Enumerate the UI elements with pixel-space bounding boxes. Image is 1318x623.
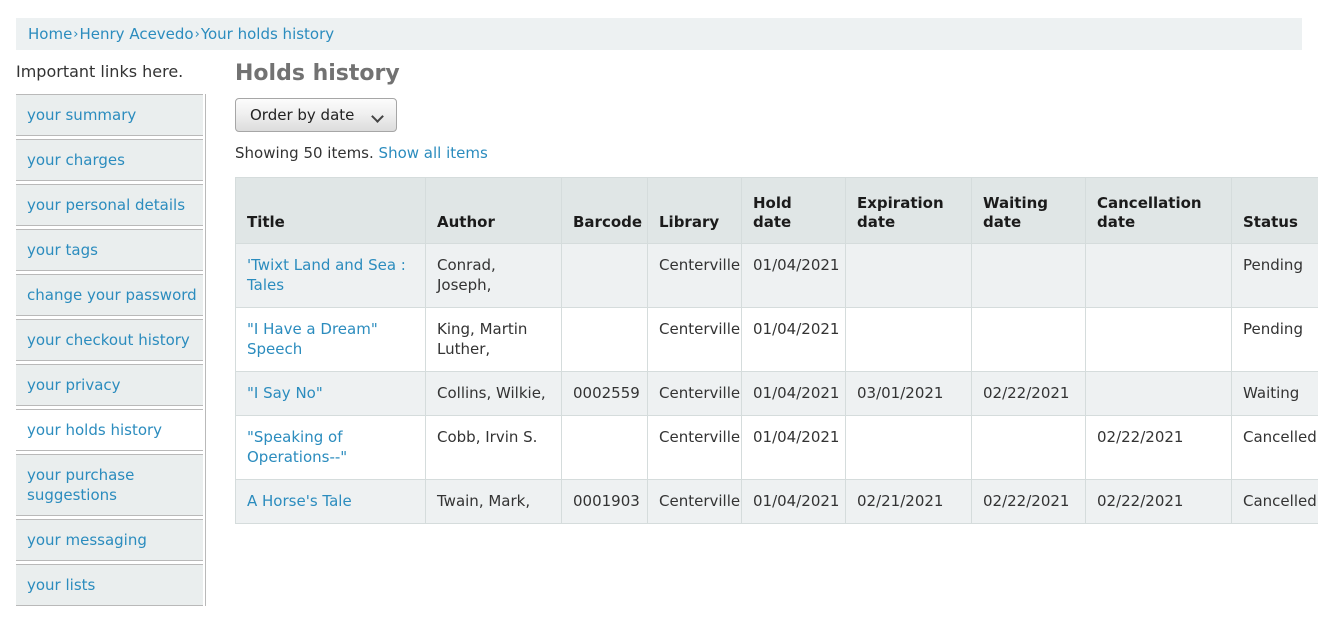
cell-barcode: 0002559	[562, 372, 648, 416]
cell-status: Waiting	[1232, 372, 1318, 416]
cell-author: Twain, Mark,	[426, 480, 562, 524]
column-header-waiting-date: Waiting date	[972, 178, 1086, 244]
cell-status: Cancelled	[1232, 416, 1318, 480]
sidebar-item-your-purchase-suggestions[interactable]: your purchase suggestions	[16, 454, 203, 516]
column-header-status: Status	[1232, 178, 1318, 244]
chevron-down-icon	[373, 112, 384, 119]
title-link[interactable]: "I Have a Dream" Speech	[247, 320, 378, 358]
cell-title: 'Twixt Land and Sea : Tales	[236, 244, 426, 308]
column-header-barcode: Barcode	[562, 178, 648, 244]
cell-hold-date: 01/04/2021	[742, 372, 846, 416]
cell-expiration-date: 03/01/2021	[846, 372, 972, 416]
sidebar-item-your-checkout-history[interactable]: your checkout history	[16, 319, 203, 361]
cell-barcode: 0001903	[562, 480, 648, 524]
cell-title: A Horse's Tale	[236, 480, 426, 524]
title-link[interactable]: "Speaking of Operations--"	[247, 428, 347, 466]
showing-items-line: Showing 50 items. Show all items	[235, 143, 1302, 163]
column-header-author: Author	[426, 178, 562, 244]
cell-library: Centerville	[648, 244, 742, 308]
cell-hold-date: 01/04/2021	[742, 416, 846, 480]
cell-author: Cobb, Irvin S.	[426, 416, 562, 480]
sidebar-item-your-tags[interactable]: your tags	[16, 229, 203, 271]
breadcrumb-separator: ›	[72, 27, 79, 42]
breadcrumb: Home›Henry Acevedo›Your holds history	[16, 18, 1302, 50]
cell-hold-date: 01/04/2021	[742, 480, 846, 524]
cell-waiting-date	[972, 416, 1086, 480]
sidebar: Important links here. your summaryyour c…	[16, 62, 206, 609]
cell-status: Pending	[1232, 244, 1318, 308]
cell-library: Centerville	[648, 372, 742, 416]
cell-title: "Speaking of Operations--"	[236, 416, 426, 480]
cell-expiration-date	[846, 416, 972, 480]
column-header-hold-date: Hold date	[742, 178, 846, 244]
cell-waiting-date	[972, 244, 1086, 308]
breadcrumb-item-2[interactable]: Henry Acevedo	[80, 25, 194, 43]
sidebar-heading: Important links here.	[16, 62, 206, 82]
show-all-items-link[interactable]: Show all items	[379, 144, 488, 162]
cell-status: Pending	[1232, 308, 1318, 372]
order-by-select[interactable]: Order by date	[235, 98, 397, 132]
main-content: Holds history Order by date Showing 50 i…	[235, 60, 1302, 524]
cell-author: Collins, Wilkie,	[426, 372, 562, 416]
page-title: Holds history	[235, 60, 1302, 88]
cell-library: Centerville	[648, 480, 742, 524]
table-row: "Speaking of Operations--" Cobb, Irvin S.…	[236, 416, 1318, 480]
cell-library: Centerville	[648, 416, 742, 480]
cell-waiting-date	[972, 308, 1086, 372]
title-link[interactable]: "I Say No"	[247, 384, 323, 402]
cell-expiration-date	[846, 308, 972, 372]
cell-title: "I Have a Dream" Speech	[236, 308, 426, 372]
cell-author: Conrad, Joseph,	[426, 244, 562, 308]
holds-history-table: TitleAuthorBarcodeLibraryHold dateExpira…	[235, 177, 1318, 524]
cell-expiration-date: 02/21/2021	[846, 480, 972, 524]
cell-barcode	[562, 308, 648, 372]
sidebar-nav-list: your summaryyour chargesyour personal de…	[16, 94, 206, 606]
cell-hold-date: 01/04/2021	[742, 308, 846, 372]
cell-cancellation-date: 02/22/2021	[1086, 480, 1232, 524]
sidebar-item-your-holds-history[interactable]: your holds history	[16, 409, 203, 451]
column-header-title: Title	[236, 178, 426, 244]
showing-items-count: Showing 50 items.	[235, 144, 374, 162]
table-body: 'Twixt Land and Sea : Tales Conrad, Josep…	[236, 244, 1318, 524]
table-row: 'Twixt Land and Sea : Tales Conrad, Josep…	[236, 244, 1318, 308]
sidebar-item-your-lists[interactable]: your lists	[16, 564, 203, 606]
breadcrumb-separator: ›	[194, 27, 201, 42]
cell-hold-date: 01/04/2021	[742, 244, 846, 308]
sidebar-item-change-your-password[interactable]: change your password	[16, 274, 203, 316]
table-header-row: TitleAuthorBarcodeLibraryHold dateExpira…	[236, 178, 1318, 244]
column-header-expiration-date: Expiration date	[846, 178, 972, 244]
sidebar-item-your-charges[interactable]: your charges	[16, 139, 203, 181]
cell-status: Cancelled	[1232, 480, 1318, 524]
order-by-select-value: Order by date	[250, 106, 354, 124]
cell-author: King, Martin Luther,	[426, 308, 562, 372]
cell-cancellation-date	[1086, 372, 1232, 416]
cell-cancellation-date	[1086, 308, 1232, 372]
breadcrumb-item-3[interactable]: Your holds history	[201, 25, 334, 43]
title-link[interactable]: A Horse's Tale	[247, 492, 352, 510]
table-header: TitleAuthorBarcodeLibraryHold dateExpira…	[236, 178, 1318, 244]
title-link[interactable]: 'Twixt Land and Sea : Tales	[247, 256, 406, 294]
sidebar-item-your-summary[interactable]: your summary	[16, 94, 203, 136]
cell-cancellation-date: 02/22/2021	[1086, 416, 1232, 480]
cell-barcode	[562, 416, 648, 480]
breadcrumb-item-1[interactable]: Home	[28, 25, 72, 43]
table-row: A Horse's Tale Twain, Mark,0001903Centerv…	[236, 480, 1318, 524]
cell-waiting-date: 02/22/2021	[972, 480, 1086, 524]
cell-barcode	[562, 244, 648, 308]
column-header-cancellation-date: Cancellation date	[1086, 178, 1232, 244]
table-row: "I Have a Dream" Speech King, Martin Luth…	[236, 308, 1318, 372]
cell-title: "I Say No"	[236, 372, 426, 416]
cell-waiting-date: 02/22/2021	[972, 372, 1086, 416]
column-header-library: Library	[648, 178, 742, 244]
sidebar-item-your-privacy[interactable]: your privacy	[16, 364, 203, 406]
cell-cancellation-date	[1086, 244, 1232, 308]
cell-expiration-date	[846, 244, 972, 308]
sidebar-item-your-personal-details[interactable]: your personal details	[16, 184, 203, 226]
sidebar-item-your-messaging[interactable]: your messaging	[16, 519, 203, 561]
table-row: "I Say No" Collins, Wilkie,0002559Centerv…	[236, 372, 1318, 416]
cell-library: Centerville	[648, 308, 742, 372]
